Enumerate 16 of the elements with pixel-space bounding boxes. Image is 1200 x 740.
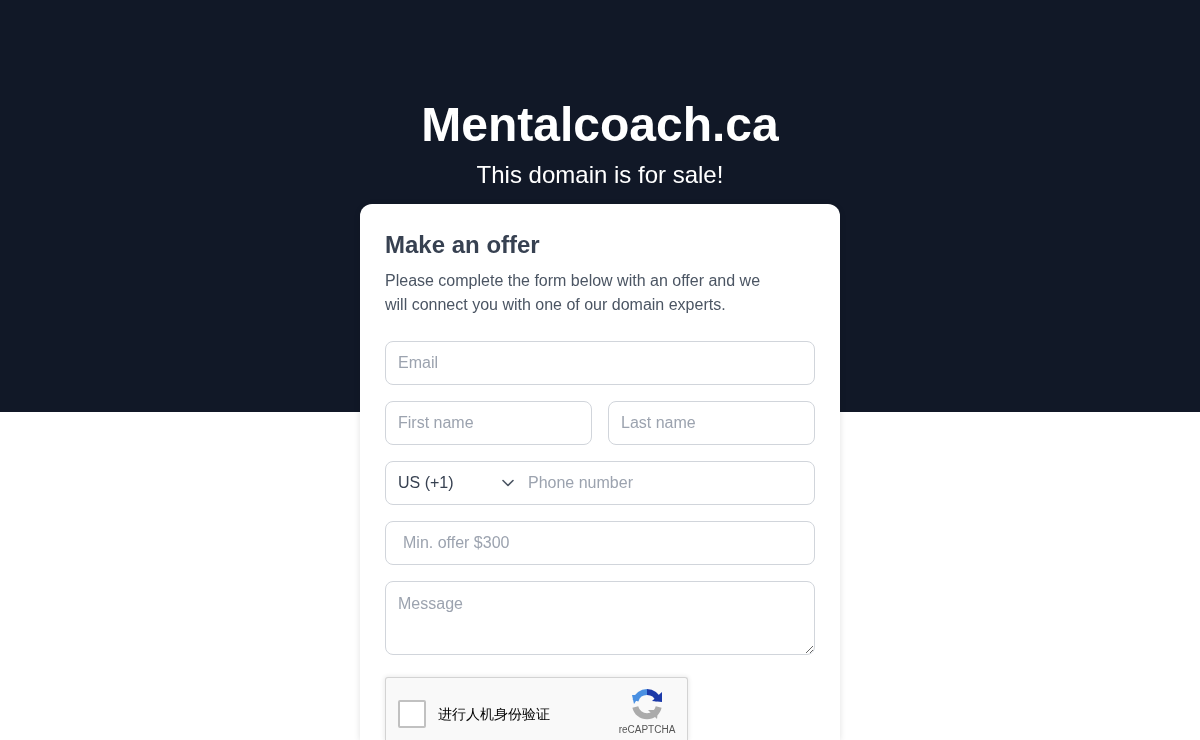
chevron-down-icon (502, 479, 514, 487)
captcha-brand: reCAPTCHA (618, 724, 676, 736)
subtitle: This domain is for sale! (476, 160, 724, 190)
message-field[interactable]: Message (385, 581, 815, 655)
first-name-field[interactable]: First name (385, 401, 592, 445)
last-name-field[interactable]: Last name (608, 401, 815, 445)
circular-arrows-icon (631, 688, 663, 720)
country-select[interactable]: US (+1) (386, 462, 516, 504)
email-field[interactable]: Email (385, 341, 815, 385)
captcha-checkbox[interactable] (398, 700, 426, 728)
phone-field[interactable]: US (+1) Phone number (385, 461, 815, 505)
form-title: Make an offer (385, 230, 541, 260)
offer-field[interactable]: Min. offer $300 (385, 521, 815, 565)
captcha-label: 进行人机身份验证 (438, 705, 550, 723)
form-description: Please complete the form below with an offer and we will connect you with one of our domain experts. (385, 271, 762, 315)
site-title: Mentalcoach.ca (421, 101, 779, 149)
